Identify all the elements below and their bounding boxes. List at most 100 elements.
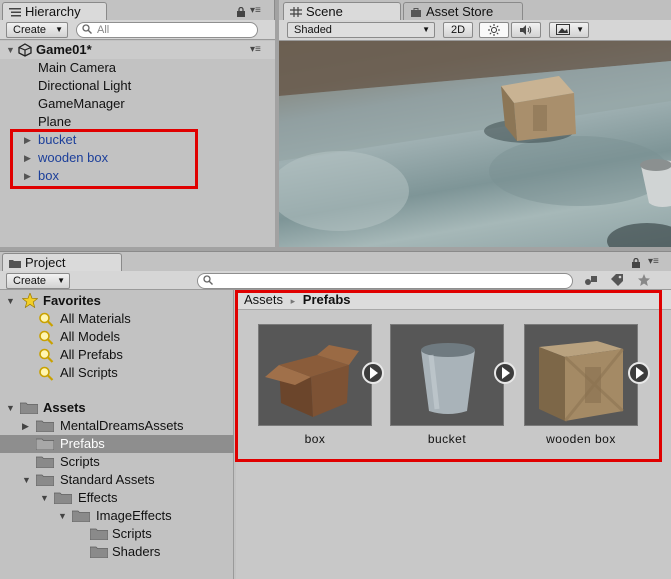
search-icon xyxy=(39,330,54,345)
shading-mode-dropdown[interactable]: Shaded ▼ xyxy=(287,22,435,38)
folder-effects[interactable]: ▼ Effects xyxy=(0,489,234,507)
tab-asset-store[interactable]: Asset Store xyxy=(403,2,523,21)
effects-dropdown[interactable]: ▼ xyxy=(549,22,589,38)
hierarchy-search-input[interactable]: All xyxy=(76,22,258,38)
folder-label: Prefabs xyxy=(60,436,105,451)
favorite-all-prefabs[interactable]: All Prefabs xyxy=(0,346,234,364)
scene-row[interactable]: ▼ Game01* ▾≡ xyxy=(0,41,275,59)
assets-row[interactable]: ▼ Assets xyxy=(0,399,234,417)
speaker-icon xyxy=(520,25,532,35)
favorite-all-materials[interactable]: All Materials xyxy=(0,310,234,328)
favorite-label: All Materials xyxy=(60,311,131,326)
scene-name: Game01* xyxy=(36,42,92,57)
panel-menu-icon[interactable]: ▾≡ xyxy=(250,5,261,16)
search-icon xyxy=(39,312,54,327)
folder-imageeffects[interactable]: ▼ ImageEffects xyxy=(0,507,234,525)
list-icon xyxy=(9,8,21,17)
search-icon xyxy=(39,348,54,363)
scene-panel: Scene Asset Store Shaded ▼ 2D ▼ xyxy=(279,0,671,247)
favorite-label: All Models xyxy=(60,329,120,344)
project-toolbar: Create ▼ xyxy=(0,271,671,290)
favorite-label: All Prefabs xyxy=(60,347,123,362)
tab-project[interactable]: Project xyxy=(2,253,122,272)
lock-icon[interactable] xyxy=(236,7,246,17)
folder-imageeffects-scripts[interactable]: Scripts xyxy=(0,525,234,543)
folder-icon xyxy=(54,492,72,504)
folder-label: Shaders xyxy=(112,544,161,559)
expand-arrow-icon[interactable]: ▼ xyxy=(22,471,31,489)
grid-icon xyxy=(290,7,302,17)
scene-viewport[interactable] xyxy=(279,41,671,247)
mode-2d-toggle[interactable]: 2D xyxy=(443,22,473,38)
hierarchy-search-placeholder: All xyxy=(97,24,110,36)
chevron-down-icon: ▼ xyxy=(576,25,584,34)
folder-label: Standard Assets xyxy=(60,472,155,487)
hierarchy-item-gamemanager[interactable]: GameManager xyxy=(0,95,275,113)
expand-arrow-icon: ▼ xyxy=(6,296,15,306)
folder-label: Effects xyxy=(78,490,118,505)
favorite-all-models[interactable]: All Models xyxy=(0,328,234,346)
project-folder-tree: ▼ Favorites All Materials All Models All… xyxy=(0,290,234,579)
hierarchy-item-label: Main Camera xyxy=(38,60,117,75)
folder-icon xyxy=(36,474,54,486)
project-create-button[interactable]: Create ▼ xyxy=(6,273,70,289)
tab-project-label: Project xyxy=(25,255,66,270)
chevron-down-icon: ▼ xyxy=(57,276,65,285)
chevron-down-icon: ▼ xyxy=(422,25,430,34)
hierarchy-create-label: Create xyxy=(13,24,47,36)
panel-menu-icon[interactable]: ▾≡ xyxy=(648,256,659,267)
chevron-down-icon: ▼ xyxy=(55,25,63,34)
favorites-label: Favorites xyxy=(43,293,101,308)
tab-asset-store-label: Asset Store xyxy=(426,4,494,19)
star-icon xyxy=(22,293,38,308)
folder-label: ImageEffects xyxy=(96,508,172,523)
folder-scripts[interactable]: Scripts xyxy=(0,453,234,471)
mode-2d-label: 2D xyxy=(450,24,466,36)
lighting-toggle[interactable] xyxy=(479,22,509,38)
project-create-label: Create xyxy=(13,275,47,287)
favorite-all-scripts[interactable]: All Scripts xyxy=(0,364,234,382)
expand-arrow-icon[interactable]: ▼ xyxy=(58,507,67,525)
folder-icon xyxy=(72,510,90,522)
lock-icon[interactable] xyxy=(631,258,641,268)
project-search-input[interactable] xyxy=(197,273,573,289)
favorites-row[interactable]: ▼ Favorites xyxy=(0,292,234,310)
filter-by-type-icon[interactable] xyxy=(584,274,598,287)
scene-toolbar: Shaded ▼ 2D ▼ xyxy=(279,20,671,41)
folder-icon xyxy=(90,528,108,540)
folder-mentaldreamsassets[interactable]: ▶ MentalDreamsAssets xyxy=(0,417,234,435)
tab-scene[interactable]: Scene xyxy=(283,2,401,21)
folder-icon xyxy=(20,402,38,414)
hierarchy-toolbar: Create ▼ All xyxy=(0,20,275,40)
shading-mode-label: Shaded xyxy=(294,24,332,36)
folder-imageeffects-shaders[interactable]: Shaders xyxy=(0,543,234,561)
tab-hierarchy[interactable]: Hierarchy xyxy=(2,2,107,21)
wooden-box-model xyxy=(501,76,576,141)
scene-menu-icon[interactable]: ▾≡ xyxy=(250,41,261,59)
filter-by-label-icon[interactable] xyxy=(610,274,624,287)
folder-prefabs[interactable]: Prefabs xyxy=(0,435,234,453)
folder-label: Scripts xyxy=(60,454,100,469)
audio-toggle[interactable] xyxy=(511,22,541,38)
search-icon xyxy=(82,24,92,34)
image-icon xyxy=(556,24,570,35)
hierarchy-create-button[interactable]: Create ▼ xyxy=(6,22,68,38)
hierarchy-item-main-camera[interactable]: Main Camera xyxy=(0,59,275,77)
expand-arrow-icon: ▼ xyxy=(6,45,15,55)
search-icon xyxy=(203,275,213,285)
assets-label: Assets xyxy=(43,400,86,415)
bag-icon xyxy=(411,8,421,17)
scene-render xyxy=(279,41,671,247)
expand-arrow-icon[interactable]: ▼ xyxy=(40,489,49,507)
folder-label: Scripts xyxy=(112,526,152,541)
hierarchy-item-label: GameManager xyxy=(38,96,125,111)
favorite-label: All Scripts xyxy=(60,365,118,380)
expand-arrow-icon[interactable]: ▶ xyxy=(22,417,29,435)
hierarchy-item-directional-light[interactable]: Directional Light xyxy=(0,77,275,95)
highlight-prefabs-content xyxy=(235,290,662,462)
folder-standard-assets[interactable]: ▼ Standard Assets xyxy=(0,471,234,489)
expand-arrow-icon: ▼ xyxy=(6,403,15,413)
star-icon[interactable] xyxy=(637,273,651,287)
tab-hierarchy-label: Hierarchy xyxy=(25,4,81,19)
folder-icon xyxy=(9,260,21,268)
